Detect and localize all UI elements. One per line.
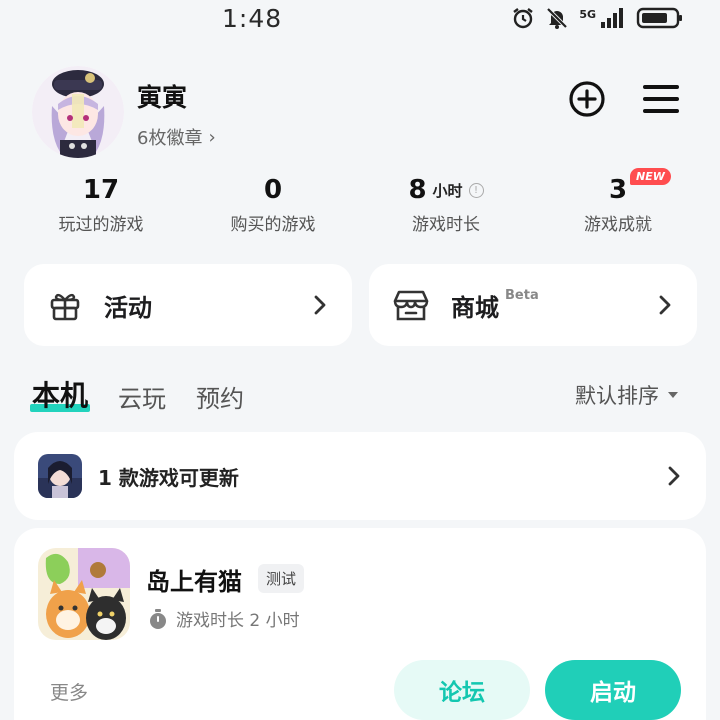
- game-thumbnail: [38, 454, 82, 498]
- chevron-right-icon: [314, 295, 326, 315]
- sort-label: 默认排序: [575, 384, 659, 408]
- sort-dropdown[interactable]: 默认排序: [575, 380, 679, 410]
- status-icons: 5G: [511, 6, 684, 30]
- tab-cloud[interactable]: 云玩: [118, 379, 166, 414]
- badges-label: 6枚徽章: [137, 128, 203, 149]
- beta-label: Beta: [505, 288, 539, 303]
- store-label: 商城: [451, 293, 499, 322]
- stat-label: 购买的游戏: [230, 215, 316, 235]
- store-icon: [393, 290, 429, 321]
- more-link[interactable]: 更多: [50, 678, 88, 705]
- stat-value: 8: [408, 175, 427, 205]
- tab-local[interactable]: 本机: [29, 374, 91, 414]
- stats-row: 17 玩过的游戏 0 购买的游戏 8 小时 ! 游戏时长 3 NEW 游戏成就: [0, 168, 720, 242]
- tab-bar: 本机 云玩 预约: [29, 374, 244, 414]
- menu-button[interactable]: [640, 78, 682, 120]
- caret-down-icon: [668, 392, 678, 398]
- game-icon[interactable]: [38, 548, 130, 640]
- signal-icon: [600, 7, 626, 29]
- stat-played-games[interactable]: 17 玩过的游戏: [21, 172, 181, 235]
- stat-purchased-games[interactable]: 0 购买的游戏: [193, 172, 353, 235]
- status-bar: 1:48 5G: [0, 0, 720, 42]
- update-text: 1 款游戏可更新: [98, 465, 239, 490]
- stat-label: 游戏时长: [412, 215, 480, 235]
- stat-value: 17: [82, 175, 120, 205]
- stat-value: 0: [263, 175, 283, 205]
- battery-icon: [636, 6, 684, 30]
- mute-icon: [545, 6, 569, 30]
- playtime-text: 游戏时长 2 小时: [176, 611, 300, 631]
- chevron-right-icon: ›: [208, 126, 216, 148]
- plus-circle-icon: [569, 81, 605, 117]
- activity-card[interactable]: 活动: [24, 264, 352, 346]
- status-time: 1:48: [222, 4, 283, 33]
- activity-label: 活动: [104, 293, 152, 322]
- network-label: 5G: [579, 8, 596, 21]
- launch-button[interactable]: 启动: [545, 660, 681, 720]
- add-button[interactable]: [566, 78, 608, 120]
- game-playtime: 游戏时长 2 小时: [148, 606, 300, 631]
- badges-link[interactable]: 6枚徽章 ›: [137, 124, 216, 150]
- update-banner[interactable]: 1 款游戏可更新: [14, 432, 706, 520]
- username[interactable]: 寅寅: [137, 78, 187, 114]
- game-card: 岛上有猫 测试 游戏时长 2 小时 更多 论坛 启动: [14, 528, 706, 720]
- forum-button[interactable]: 论坛: [394, 660, 530, 720]
- chevron-right-icon: [668, 466, 680, 486]
- game-tag: 测试: [258, 564, 305, 593]
- stat-value: 3: [608, 175, 628, 205]
- stat-unit: 小时: [432, 181, 463, 200]
- game-title[interactable]: 岛上有猫: [146, 562, 242, 597]
- alarm-icon: [511, 6, 535, 30]
- chevron-right-icon: [659, 295, 671, 315]
- stat-playtime[interactable]: 8 小时 ! 游戏时长: [366, 172, 526, 235]
- gift-icon: [50, 293, 80, 321]
- avatar[interactable]: [32, 66, 124, 158]
- store-card[interactable]: 商城 Beta: [369, 264, 697, 346]
- stat-label: 游戏成就: [584, 215, 652, 235]
- tab-reserve[interactable]: 预约: [196, 379, 244, 414]
- stat-achievements[interactable]: 3 NEW 游戏成就: [538, 168, 698, 235]
- stat-label: 玩过的游戏: [58, 215, 144, 235]
- stopwatch-icon: [150, 608, 166, 629]
- info-icon[interactable]: !: [468, 182, 484, 198]
- new-badge: NEW: [630, 168, 671, 185]
- menu-icon: [643, 85, 679, 113]
